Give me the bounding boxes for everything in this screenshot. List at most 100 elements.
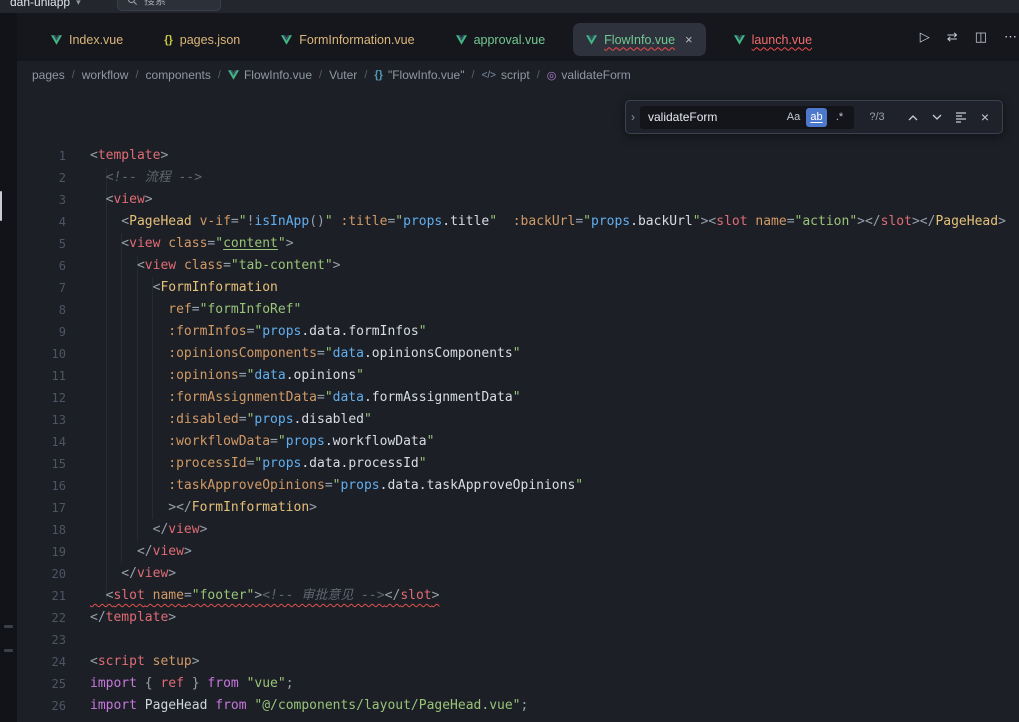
- line-number: 6: [17, 255, 66, 277]
- code-text: :taskApproveOpinions="props.data.taskApp…: [66, 475, 583, 497]
- next-match-button[interactable]: [926, 106, 948, 128]
- code-line[interactable]: 8 ref="formInfoRef": [17, 299, 1019, 321]
- breadcrumb-item-validateform[interactable]: ◎validateForm: [545, 68, 633, 82]
- more-actions-button[interactable]: ⋯: [1004, 29, 1017, 45]
- code-text: </template>: [66, 607, 176, 629]
- code-text: <view class="tab-content">: [66, 255, 340, 277]
- activity-bar-icon[interactable]: [4, 625, 13, 628]
- code-line[interactable]: 2 <!-- 流程 -->: [17, 167, 1019, 189]
- code-line[interactable]: 21 <slot name="footer"><!-- 审批意见 --></sl…: [17, 585, 1019, 607]
- code-line[interactable]: 4 <PageHead v-if="!isInApp()" :title="pr…: [17, 211, 1019, 233]
- whole-word-toggle[interactable]: ab: [806, 108, 827, 127]
- previous-match-button[interactable]: [902, 106, 924, 128]
- breadcrumb-label: validateForm: [561, 68, 630, 82]
- chevron-up-icon: [908, 114, 918, 121]
- code-text: <template>: [66, 145, 168, 167]
- breadcrumb-item-pages[interactable]: pages: [30, 68, 67, 82]
- code-line[interactable]: 3 <view>: [17, 189, 1019, 211]
- find-toggle-replace-button[interactable]: ›: [626, 101, 640, 133]
- line-number: 15: [17, 453, 66, 475]
- code-line[interactable]: 6 <view class="tab-content">: [17, 255, 1019, 277]
- vue-icon: [734, 35, 745, 45]
- line-number: 7: [17, 277, 66, 299]
- tab-forminformation-vue[interactable]: FormInformation.vue: [268, 23, 427, 56]
- find-input[interactable]: validateForm Aa ab .*: [640, 106, 854, 129]
- split-editor-button[interactable]: ◫: [975, 29, 987, 45]
- code-line[interactable]: 19 </view>: [17, 541, 1019, 563]
- tab-label: approval.vue: [474, 33, 546, 47]
- line-number: 14: [17, 431, 66, 453]
- tab-pages-json[interactable]: {}pages.json: [151, 23, 253, 56]
- line-number: 20: [17, 563, 66, 585]
- breadcrumb-item-workflow[interactable]: workflow: [80, 68, 131, 82]
- vue-icon: [586, 35, 597, 45]
- code-line[interactable]: 11 :opinions="data.opinions": [17, 365, 1019, 387]
- find-in-selection-button[interactable]: [950, 106, 972, 128]
- close-find-button[interactable]: ×: [974, 106, 996, 128]
- code-line[interactable]: 24<script setup>: [17, 651, 1019, 673]
- code-line[interactable]: 9 :formInfos="props.data.formInfos": [17, 321, 1019, 343]
- tab-approval-vue[interactable]: approval.vue: [443, 23, 559, 56]
- code-line[interactable]: 25import { ref } from "vue";: [17, 673, 1019, 695]
- breadcrumb-item-vuter[interactable]: Vuter: [327, 68, 359, 82]
- tab-launch-vue[interactable]: launch.vue: [721, 23, 825, 56]
- editor-pane[interactable]: › validateForm Aa ab .* ?/3: [17, 89, 1019, 722]
- code-line[interactable]: 1<template>: [17, 145, 1019, 167]
- code-line[interactable]: 26import PageHead from "@/components/lay…: [17, 695, 1019, 717]
- code-line[interactable]: 12 :formAssignmentData="data.formAssignm…: [17, 387, 1019, 409]
- activity-bar-icon[interactable]: [4, 649, 13, 652]
- code-text: </view>: [66, 541, 192, 563]
- vue-icon: [228, 70, 239, 80]
- workspace-menu[interactable]: dan-uniapp ▾: [10, 0, 81, 12]
- code-area[interactable]: 1<template>2 <!-- 流程 -->3 <view>4 <PageH…: [17, 89, 1019, 722]
- tab-bar: Index.vue {}pages.json FormInformation.vue…: [17, 13, 1019, 61]
- breadcrumb-item--flowinfo-vue-[interactable]: {}"FlowInfo.vue": [372, 68, 466, 82]
- code-line[interactable]: 17 ></FormInformation>: [17, 497, 1019, 519]
- code-line[interactable]: 16 :taskApproveOpinions="props.data.task…: [17, 475, 1019, 497]
- code-line[interactable]: 22</template>: [17, 607, 1019, 629]
- code-line[interactable]: 15 :processId="props.data.processId": [17, 453, 1019, 475]
- breadcrumb-label: workflow: [82, 68, 129, 82]
- breadcrumb-label: components: [146, 68, 211, 82]
- breadcrumb-separator: /: [218, 69, 221, 81]
- code-text: :formAssignmentData="data.formAssignment…: [66, 387, 521, 409]
- workspace-name: dan-uniapp: [10, 0, 70, 12]
- code-line[interactable]: 10 :opinionsComponents="data.opinionsCom…: [17, 343, 1019, 365]
- command-center-search[interactable]: 搜索: [117, 0, 221, 11]
- code-line[interactable]: 14 :workflowData="props.workflowData": [17, 431, 1019, 453]
- tab-label: Index.vue: [69, 33, 123, 47]
- code-text: <slot name="footer"><!-- 审批意见 --></slot>: [66, 585, 439, 607]
- code-line[interactable]: 18 </view>: [17, 519, 1019, 541]
- activity-bar[interactable]: [0, 13, 17, 722]
- breadcrumb-item-flowinfo-vue[interactable]: FlowInfo.vue: [226, 68, 314, 82]
- code-text: :opinionsComponents="data.opinionsCompon…: [66, 343, 521, 365]
- find-in-selection-icon: [955, 111, 967, 123]
- code-text: <view class="content">: [66, 233, 294, 255]
- close-tab-icon[interactable]: ×: [685, 33, 693, 46]
- active-view-indicator: [0, 191, 2, 221]
- run-button[interactable]: ▷: [920, 29, 930, 45]
- line-number: 24: [17, 651, 66, 673]
- line-number: 2: [17, 167, 66, 189]
- chevron-down-icon: [932, 114, 942, 121]
- tab-index-vue[interactable]: Index.vue: [38, 23, 136, 56]
- match-case-toggle[interactable]: Aa: [783, 108, 804, 127]
- line-number: 23: [17, 629, 66, 651]
- search-icon: [127, 0, 138, 6]
- find-query[interactable]: validateForm: [648, 110, 781, 124]
- find-widget: › validateForm Aa ab .* ?/3: [625, 100, 1003, 134]
- regex-toggle[interactable]: .*: [829, 108, 850, 127]
- code-text: ref="formInfoRef": [66, 299, 301, 321]
- code-line[interactable]: 23: [17, 629, 1019, 651]
- code-line[interactable]: 5 <view class="content">: [17, 233, 1019, 255]
- code-line[interactable]: 13 :disabled="props.disabled": [17, 409, 1019, 431]
- breadcrumb-separator: /: [364, 69, 367, 81]
- breadcrumb-item-script[interactable]: </>script: [480, 68, 532, 82]
- tab-flowinfo-vue[interactable]: FlowInfo.vue×: [573, 23, 705, 56]
- code-line[interactable]: 7 <FormInformation: [17, 277, 1019, 299]
- compare-changes-button[interactable]: ⇄: [947, 29, 958, 45]
- breadcrumb-item-components[interactable]: components: [144, 68, 213, 82]
- code-line[interactable]: 20 </view>: [17, 563, 1019, 585]
- breadcrumb-label: Vuter: [329, 68, 357, 82]
- line-number: 3: [17, 189, 66, 211]
